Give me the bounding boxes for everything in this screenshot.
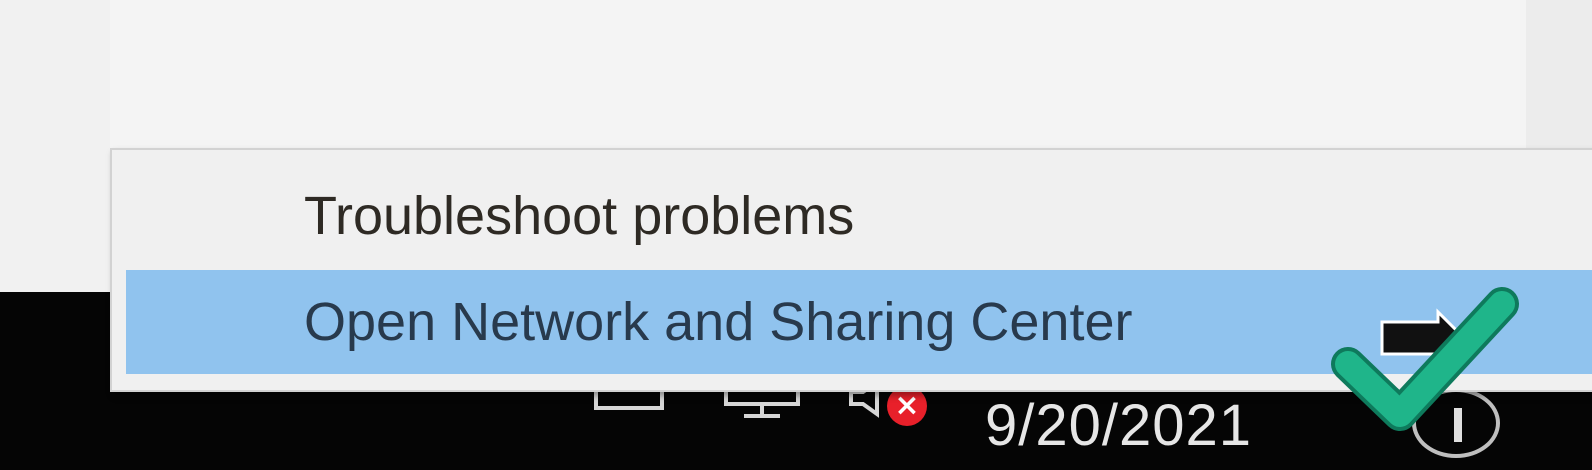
menu-item-troubleshoot[interactable]: Troubleshoot problems: [126, 164, 1592, 268]
screen: × 9/20/2021 Troubleshoot problems Open N…: [0, 0, 1592, 470]
check-icon: [1330, 282, 1520, 437]
window-left-edge: [0, 0, 110, 292]
window-right-edge: [1526, 0, 1592, 150]
clock-date[interactable]: 9/20/2021: [985, 392, 1252, 459]
menu-item-label: Open Network and Sharing Center: [304, 292, 1133, 352]
error-badge-icon: ×: [887, 386, 927, 426]
menu-item-label: Troubleshoot problems: [304, 186, 855, 246]
